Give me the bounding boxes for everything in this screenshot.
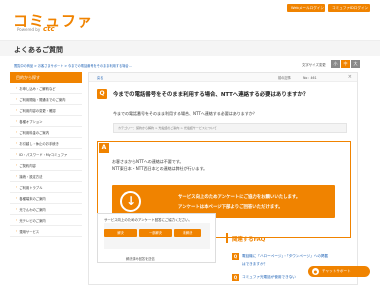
sidebar-item[interactable]: › ご利用内容の変更・確認 [10,105,82,116]
sidebar-item-label: ご利用料金のご案内 [19,130,49,135]
sidebar-item-label: ご契約内容 [19,163,36,168]
survey-unresolved-button[interactable]: 未解決 [174,229,201,237]
font-size-large-button[interactable]: 大 [351,60,360,68]
chevron-right-icon: › [16,141,18,145]
answer-line: NTT東日本・NTT西日本との連絡は弊社が行います。 [112,166,208,171]
page-title: よくあるご質問 [14,46,63,54]
banner-line-2: アンケートは本ページ下部よりご回答いただけます。 [178,205,283,210]
sidebar-item[interactable]: › お申し込み・ご解約など [10,83,82,94]
sidebar-item-label: 各種端末のご案内 [19,196,46,201]
prev-link[interactable]: 前の記事 [278,75,291,80]
banner-line-1: サービス向上のためアンケートにご協力をお願いいたします。 [178,195,301,200]
font-size-medium-button[interactable]: 中 [341,60,350,68]
sidebar-item[interactable]: › 各種オプション [10,116,82,127]
arrow-down-icon: ↓ [120,191,141,212]
font-size-small-button[interactable]: 小 [331,60,340,68]
chevron-right-icon: › [16,119,18,123]
question-icon: Q [232,274,239,281]
sidebar-item-label: ID・パスワード・Myコミュファ [19,152,68,157]
chevron-right-icon: › [16,185,18,189]
commufa-id-login-button[interactable]: コミュファIDログイン [328,4,370,12]
sidebar-item[interactable]: › 接続・設定方法 [10,171,82,182]
sidebar-item-label: 運用サービス [19,229,40,234]
category-path[interactable]: カテゴリー：契約から解約 > 光電話のご案内 > 光電話サービスについて [113,123,347,133]
chevron-right-icon: › [16,174,18,178]
chevron-right-icon: › [16,229,18,233]
chat-support-button[interactable]: ● チャットサポート [308,266,370,277]
font-size-label: 文字サイズ変更 [302,63,326,67]
back-bar: 戻る 前の記事 No：461 × [89,73,357,82]
sidebar-item[interactable]: › 各種端末のご案内 [10,193,82,204]
sidebar-item[interactable]: › ご利用トラブル [10,182,82,193]
chevron-right-icon: › [16,97,18,101]
sidebar-item[interactable]: › ご契約内容 [10,160,82,171]
survey-partial-button[interactable]: 一部解決 [139,229,172,237]
survey-panel: サービス向上のためのアンケート回答にご協力ください。 解決 一部解決 未解決 解… [97,213,216,263]
sidebar-item[interactable]: › 光テレビのご案内 [10,215,82,226]
answer-line: お客さまからNTTへの連絡は不要です。 [112,159,184,164]
sidebar-item[interactable]: › お引越し・休止のお手続き [10,138,82,149]
sidebar-item-label: ご利用開始・開通までのご案内 [19,97,66,102]
sidebar-item-label: ご利用トラブル [19,185,43,190]
question-body: 今までの電話番号をそのまま利用する場合、NTTへ連絡する必要はありますか？ [113,111,257,116]
logo-ctc: ctc [43,25,55,33]
chat-support-label: チャットサポート [322,269,351,273]
chevron-right-icon: › [16,196,18,200]
chevron-right-icon: › [16,152,18,156]
sidebar-item-label: ご利用内容の変更・確認 [19,108,56,113]
sidebar-item-label: 接続・設定方法 [19,174,43,179]
faq-number: No：461 [303,76,317,80]
sidebar-item[interactable]: › ID・パスワード・Myコミュファ [10,149,82,160]
sidebar-item[interactable]: › ご利用開始・開通までのご案内 [10,94,82,105]
related-faq-link[interactable]: コミュファ光電話が使用できない [242,275,296,280]
related-faq-link[interactable]: 電話機に「ハローページ」・「タウンページ」への掲載 [242,254,328,259]
sidebar-item-label: 各種オプション [19,119,43,124]
sidebar-item-label: お申し込み・ご解約など [19,86,56,91]
sidebar-item-label: お引越し・休止のお手続き [19,141,59,146]
survey-title: サービス向上のためのアンケート回答にご協力ください。 [104,218,192,222]
survey-note: 解決済み回答を送信 [126,257,155,261]
faq-main: 戻る 前の記事 No：461 × Q 今までの電話番号をそのまま利用する場合、N… [88,72,358,285]
logo-powered-by: Powered by [17,27,41,32]
chevron-right-icon: › [16,207,18,211]
sidebar-item[interactable]: › ご利用料金のご案内 [10,127,82,138]
sidebar-item-label: 光でんわのご案内 [19,207,46,212]
sidebar-item[interactable]: › 運用サービス [10,226,82,237]
site-header: コミュファ Powered by ctc Webメールログイン コミュファIDロ… [0,0,380,40]
related-faq-heading: 関連するFAQ [232,237,266,243]
survey-resolved-button[interactable]: 解決 [104,229,137,237]
chevron-right-icon: › [16,130,18,134]
sidebar-item[interactable]: › 光でんわのご案内 [10,204,82,215]
back-link[interactable]: 戻る [97,75,103,80]
breadcrumb[interactable]: 閲覧中の商品 > お客さまサポート > 今までの電話番号をそのまま利用する場合… [14,63,132,68]
related-faq-link[interactable]: はできますか？ [242,262,267,267]
chevron-right-icon: › [16,163,18,167]
chevron-right-icon: › [16,86,18,90]
related-faq-bar [226,233,228,243]
close-icon[interactable]: × [348,74,352,80]
chevron-right-icon: › [16,218,18,222]
question-icon: Q [97,89,107,99]
webmail-login-button[interactable]: Webメールログイン [287,4,325,12]
question-icon: Q [232,253,239,260]
question-title: 今までの電話番号をそのまま利用する場合、NTTへ連絡する必要はありますか？ [113,92,309,98]
answer-icon: A [99,143,109,153]
chat-icon: ● [312,268,319,275]
sidebar-item-label: 光テレビのご案内 [19,218,46,223]
sidebar: 目的から探す › お申し込み・ご解約など › ご利用開始・開通までのご案内 › ご利用… [10,72,82,237]
chevron-right-icon: › [16,108,18,112]
title-bar: よくあるご質問 [0,40,380,56]
sidebar-heading: 目的から探す [10,72,82,83]
